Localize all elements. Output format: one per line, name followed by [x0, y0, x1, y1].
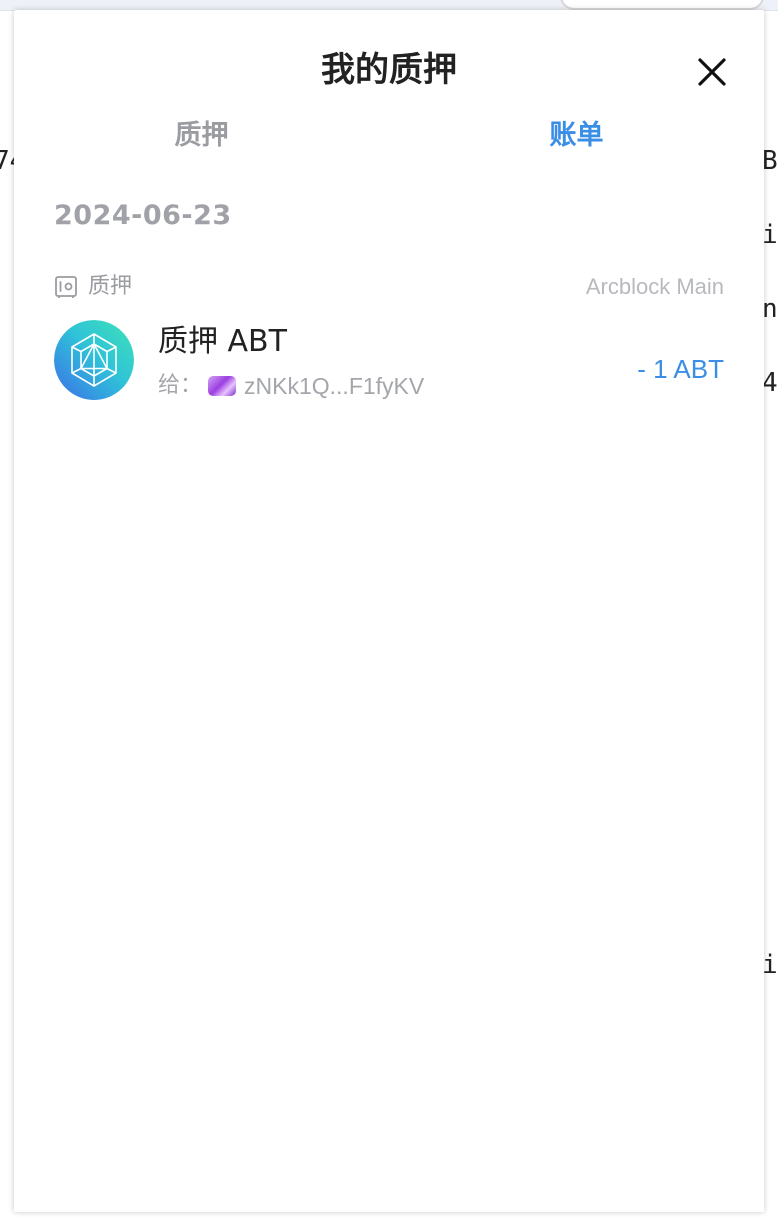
- item-type-label: 质押: [88, 274, 133, 299]
- list-item[interactable]: 质押 Arcblock Main 质押 ABT 给： zNKk1Q...F1fy…: [54, 268, 724, 418]
- background-text-fragment: ne: [762, 294, 778, 324]
- network-label: Arcblock Main: [585, 274, 724, 299]
- item-meta-row: 质押 Arcblock Main: [54, 268, 724, 308]
- background-text-fragment: ic: [762, 950, 778, 980]
- close-button[interactable]: [694, 54, 730, 90]
- tab-bill[interactable]: 账单: [389, 114, 764, 170]
- dialog-title: 我的质押: [321, 50, 457, 90]
- background-text-fragment: ic: [762, 220, 778, 250]
- abt-token-icon: [54, 320, 134, 400]
- item-recipient: 给： zNKk1Q...F1fyKV: [158, 371, 424, 401]
- background-text-fragment: 4: [762, 368, 778, 398]
- stake-dialog: 我的质押 质押 账单 2024-06-23 质押 Arcblock Main 质…: [14, 10, 764, 1212]
- address-avatar-icon: [208, 376, 237, 396]
- close-icon: [698, 58, 726, 86]
- dialog-tabs: 质押 账单: [14, 114, 764, 170]
- recipient-address: zNKk1Q...F1fyKV: [244, 373, 425, 399]
- safe-icon: [55, 276, 77, 298]
- date-heading: 2024-06-23: [54, 200, 232, 231]
- tab-stake[interactable]: 质押: [14, 114, 389, 170]
- background-text-fragment: B1: [762, 146, 778, 176]
- recipient-label: 给：: [158, 373, 203, 398]
- item-type: 质押: [54, 272, 132, 302]
- item-amount: - 1 ABT: [637, 354, 724, 384]
- item-title: 质押 ABT: [158, 324, 287, 359]
- browser-tab-outline: [560, 0, 764, 10]
